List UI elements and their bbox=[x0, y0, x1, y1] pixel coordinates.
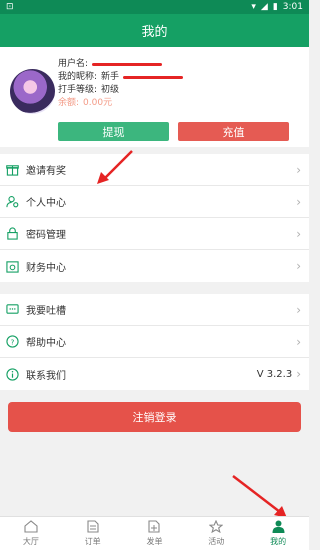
menu-item-password[interactable]: 密码管理 › bbox=[0, 218, 309, 250]
info-icon bbox=[5, 367, 20, 382]
menu-item-personal-center[interactable]: 个人中心 › bbox=[0, 186, 309, 218]
withdraw-button[interactable]: 提现 bbox=[58, 122, 169, 141]
battery-icon: ▮ bbox=[272, 2, 278, 12]
chevron-right-icon: › bbox=[296, 334, 301, 349]
chevron-right-icon: › bbox=[296, 367, 301, 381]
tab-mine[interactable]: 我的 bbox=[247, 517, 309, 550]
page-title: 我的 bbox=[141, 25, 168, 40]
balance-value: 0.00元 bbox=[83, 98, 113, 108]
chevron-right-icon: › bbox=[296, 226, 301, 241]
menu-item-label: 邀请有奖 bbox=[26, 166, 66, 177]
recharge-button[interactable]: 充值 bbox=[178, 122, 289, 141]
chevron-right-icon: › bbox=[296, 302, 301, 317]
menu-item-label: 财务中心 bbox=[26, 262, 66, 274]
tab-activities[interactable]: 活动 bbox=[185, 517, 247, 550]
document-icon bbox=[87, 520, 99, 535]
chat-icon bbox=[5, 302, 20, 317]
menu-item-help[interactable]: ? 帮助中心 › bbox=[0, 326, 309, 358]
menu-item-label: 个人中心 bbox=[26, 198, 66, 209]
tab-label: 大厅 bbox=[22, 537, 39, 546]
publish-icon bbox=[148, 520, 161, 535]
finance-icon bbox=[5, 259, 20, 274]
menu-item-label: 密码管理 bbox=[26, 230, 66, 241]
signal-icon: ◢ bbox=[260, 2, 268, 12]
help-icon: ? bbox=[5, 334, 20, 349]
user-settings-icon bbox=[5, 194, 20, 209]
lock-icon bbox=[5, 226, 20, 241]
menu-item-label: 我要吐槽 bbox=[26, 306, 66, 317]
gift-icon bbox=[5, 162, 20, 177]
tab-orders[interactable]: 订单 bbox=[62, 517, 124, 550]
menu-item-label: 帮助中心 bbox=[26, 338, 66, 349]
wifi-icon: ▾ bbox=[251, 2, 256, 12]
level-value: 初级 bbox=[101, 85, 120, 95]
tab-lobby[interactable]: 大厅 bbox=[0, 517, 62, 550]
nickname-label: 我的昵称: bbox=[58, 72, 98, 82]
tab-label: 我的 bbox=[270, 537, 287, 546]
menu-group-account: 邀请有奖 › 个人中心 › 密码管理 › 财务中心 › bbox=[0, 154, 309, 282]
chevron-right-icon: › bbox=[296, 162, 301, 177]
nickname-value: 新手 bbox=[101, 72, 120, 82]
status-time: 3:01 bbox=[282, 2, 303, 12]
menu-item-invite[interactable]: 邀请有奖 › bbox=[0, 154, 309, 186]
home-icon bbox=[24, 520, 38, 535]
profile-card: 用户名: 我的昵称: 新手 打手等级: 初级 余额: 0.00元 提现 充值 bbox=[0, 47, 309, 147]
bottom-tab-bar: 大厅 订单 发单 活动 我的 bbox=[0, 516, 309, 550]
redaction-mark bbox=[123, 76, 184, 79]
avatar[interactable] bbox=[10, 69, 55, 114]
tab-label: 活动 bbox=[208, 537, 225, 546]
svg-text:?: ? bbox=[11, 337, 15, 346]
app-version: V 3.2.3 bbox=[256, 368, 293, 380]
username-label: 用户名: bbox=[58, 59, 89, 69]
chevron-right-icon: › bbox=[296, 259, 301, 273]
balance-label: 余额: bbox=[58, 98, 80, 108]
menu-item-contact[interactable]: 联系我们 V 3.2.3 › bbox=[0, 358, 309, 390]
menu-item-label: 联系我们 bbox=[26, 370, 66, 382]
annotation-arrow-pointer bbox=[232, 475, 287, 518]
menu-group-support: 我要吐槽 › ? 帮助中心 › 联系我们 V 3.2.3 › bbox=[0, 294, 309, 390]
menu-item-finance[interactable]: 财务中心 › bbox=[0, 250, 309, 282]
level-label: 打手等级: bbox=[58, 85, 98, 95]
notification-icon: ⊡ bbox=[6, 2, 14, 12]
logout-button[interactable]: 注销登录 bbox=[8, 402, 301, 432]
tab-label: 发单 bbox=[146, 537, 163, 546]
menu-item-feedback[interactable]: 我要吐槽 › bbox=[0, 294, 309, 326]
tab-publish[interactable]: 发单 bbox=[124, 517, 186, 550]
profile-info: 用户名: 我的昵称: 新手 打手等级: 初级 余额: 0.00元 bbox=[58, 58, 184, 110]
person-icon bbox=[272, 520, 285, 535]
tab-label: 订单 bbox=[84, 537, 101, 546]
star-icon bbox=[208, 519, 224, 535]
app-header: 我的 bbox=[0, 14, 309, 47]
redaction-mark bbox=[92, 63, 163, 66]
status-bar: ⊡ ▾ ◢ ▮ 3:01 bbox=[0, 0, 309, 14]
chevron-right-icon: › bbox=[296, 194, 301, 209]
